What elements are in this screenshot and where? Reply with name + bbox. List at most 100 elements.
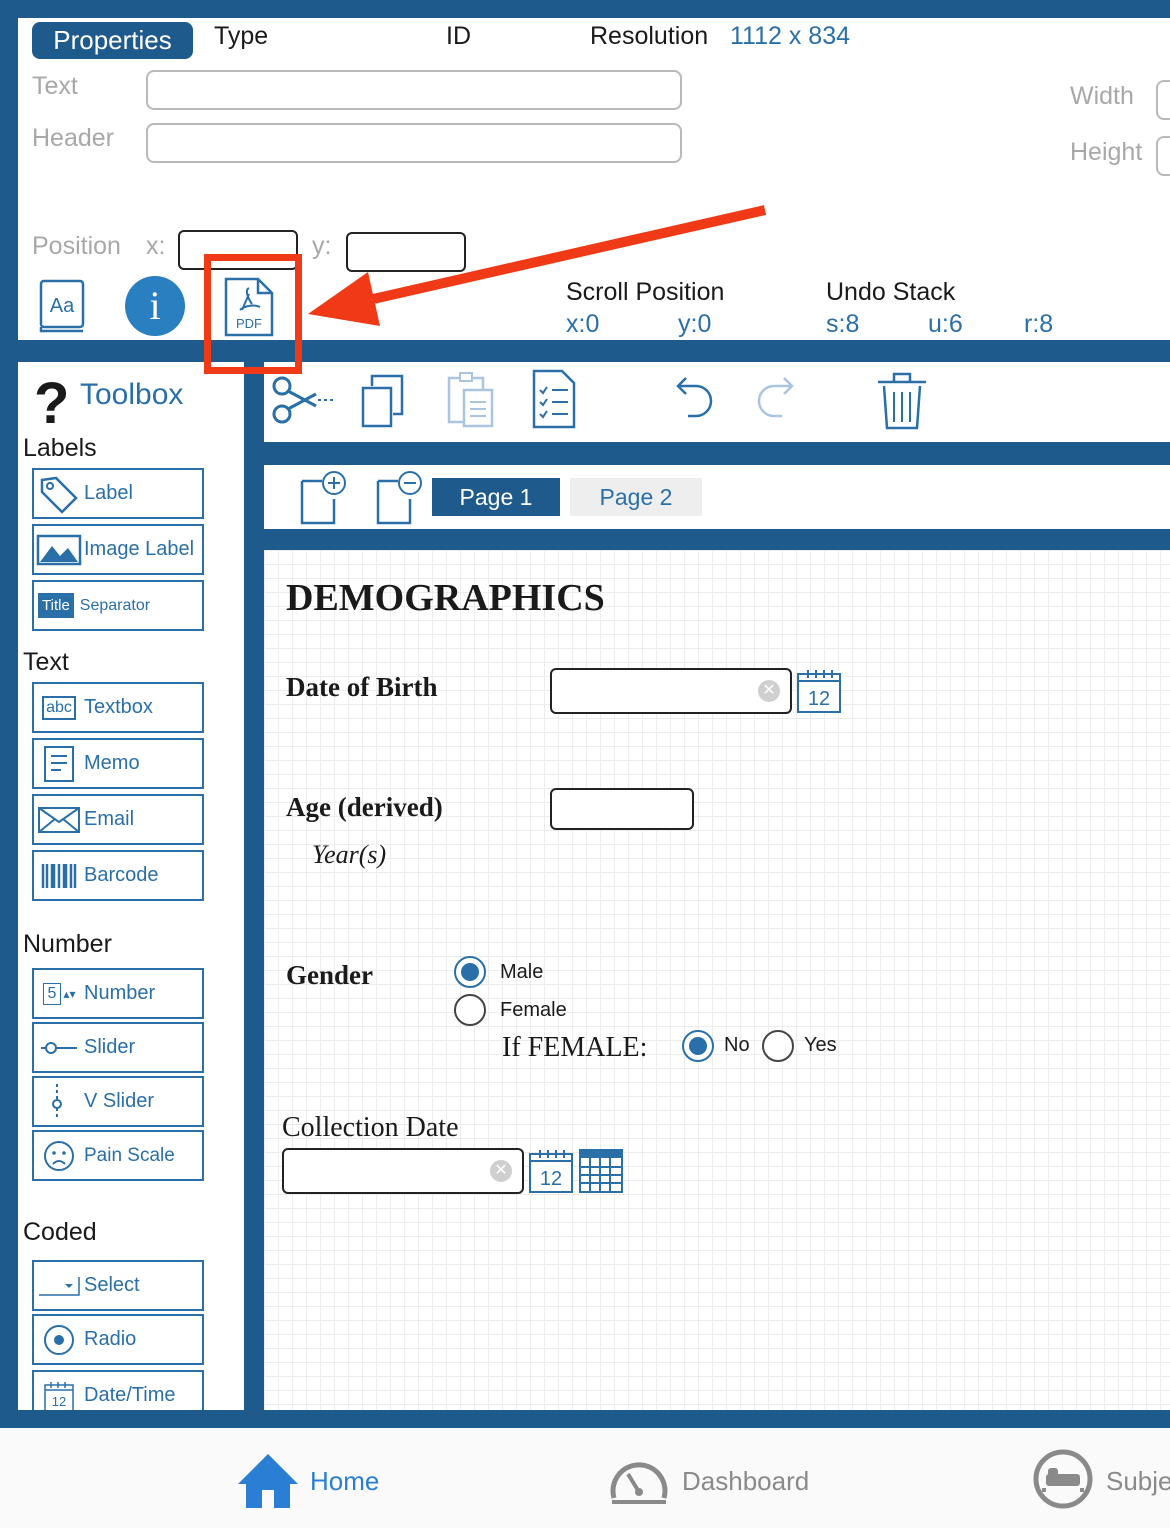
if-female-no-label[interactable]: No (724, 1034, 750, 1057)
gender-male-radio[interactable] (454, 956, 486, 988)
toolbox-item-image-label[interactable]: Image Label (32, 524, 204, 575)
header-label: Header (32, 124, 114, 152)
svg-text:12: 12 (540, 1168, 562, 1190)
collection-date-field[interactable]: ✕ (282, 1148, 524, 1194)
toolbox-item-slider[interactable]: Slider (32, 1022, 204, 1073)
tag-icon (34, 470, 84, 517)
dashboard-gauge-icon[interactable] (608, 1452, 670, 1511)
bottom-tab-bar: Home Dashboard Subje (0, 1428, 1170, 1528)
age-field[interactable] (550, 788, 694, 830)
toolbox-item-radio[interactable]: Radio (32, 1314, 204, 1365)
annotation-arrow-icon (308, 205, 767, 326)
dob-label[interactable]: Date of Birth (286, 672, 437, 703)
toolbox-item-v-slider-text: V Slider (84, 1090, 155, 1112)
tab-dashboard[interactable]: Dashboard (682, 1466, 809, 1497)
toolbox-item-pain-scale[interactable]: Pain Scale (32, 1130, 204, 1181)
collection-calendar-icon[interactable]: 12 (528, 1148, 574, 1199)
memo-icon (34, 740, 84, 787)
age-label[interactable]: Age (derived) (286, 792, 443, 823)
toolbox-item-barcode[interactable]: Barcode (32, 850, 204, 901)
tab-page-1[interactable]: Page 1 (432, 478, 560, 516)
trash-icon[interactable] (874, 368, 930, 437)
toolbox-item-email-text: Email (84, 808, 135, 830)
toolbox-item-number-text: Number (84, 982, 156, 1004)
svg-text:12: 12 (808, 688, 830, 710)
section-labels: Labels (23, 434, 97, 462)
tab-subjects[interactable]: Subje (1106, 1466, 1170, 1497)
barcode-icon (34, 852, 84, 899)
width-label: Width (1070, 82, 1134, 110)
toolbox-panel: ? Toolbox Labels Label Image Label Title… (18, 362, 244, 1410)
toolbox-item-label-text: Label (84, 482, 133, 504)
number-stepper-icon: 5 ▴▾ (34, 970, 84, 1017)
toolbox-item-email[interactable]: Email (32, 794, 204, 845)
add-page-icon[interactable] (298, 469, 350, 530)
font-icon[interactable]: Aa (38, 278, 88, 334)
toolbox-item-textbox-text: Textbox (84, 696, 153, 718)
clear-icon[interactable]: ✕ (758, 680, 780, 702)
undo-u-value: u:6 (928, 310, 963, 338)
toolbox-item-memo[interactable]: Memo (32, 738, 204, 789)
header-field[interactable] (146, 123, 682, 163)
svg-text:Aa: Aa (50, 295, 75, 317)
help-icon[interactable]: ? (34, 374, 69, 434)
collection-date-label[interactable]: Collection Date (282, 1112, 459, 1144)
position-x-label: x: (146, 232, 166, 260)
if-female-no-radio[interactable] (682, 1030, 714, 1062)
tab-home[interactable]: Home (310, 1466, 379, 1497)
dob-calendar-icon[interactable]: 12 (796, 668, 842, 719)
remove-page-icon[interactable] (374, 469, 426, 530)
width-field[interactable] (1156, 80, 1170, 120)
toolbox-item-datetime[interactable]: 12 Date/Time (32, 1370, 204, 1410)
calendar-icon: 12 (34, 1372, 84, 1410)
undo-stack-label: Undo Stack (826, 278, 956, 306)
height-field[interactable] (1156, 136, 1170, 176)
vertical-slider-icon (34, 1078, 84, 1125)
gender-female-radio[interactable] (454, 994, 486, 1026)
toolbox-item-slider-text: Slider (84, 1036, 136, 1058)
form-canvas[interactable]: DEMOGRAPHICS Date of Birth ✕ 12 Age (der… (264, 550, 1170, 1410)
redo-icon[interactable] (754, 372, 802, 429)
toolbox-item-memo-text: Memo (84, 752, 140, 774)
if-female-label[interactable]: If FEMALE: (502, 1032, 647, 1064)
properties-tab[interactable]: Properties (32, 22, 193, 59)
form-title[interactable]: DEMOGRAPHICS (286, 576, 605, 620)
checklist-icon[interactable] (530, 368, 578, 435)
toolbox-item-textbox[interactable]: abc Textbox (32, 682, 204, 733)
if-female-yes-label[interactable]: Yes (804, 1034, 837, 1057)
resolution-label: Resolution (590, 22, 709, 50)
paste-icon[interactable] (446, 370, 496, 435)
undo-icon[interactable] (668, 372, 716, 429)
info-icon[interactable]: i (125, 276, 185, 336)
toolbox-item-separator[interactable]: Title Separator (32, 580, 204, 631)
toolbox-item-v-slider[interactable]: V Slider (32, 1076, 204, 1127)
cut-icon[interactable] (270, 374, 336, 431)
text-field[interactable] (146, 70, 682, 110)
gender-female-label[interactable]: Female (500, 999, 567, 1022)
page-tab-bar: Page 1 Page 2 (264, 465, 1170, 529)
calendar-grid-icon[interactable] (578, 1148, 624, 1199)
toolbox-item-separator-text: Separator (79, 596, 151, 614)
subjects-bed-icon[interactable] (1032, 1448, 1094, 1515)
toolbox-title: Toolbox (80, 378, 184, 411)
age-unit-label[interactable]: Year(s) (312, 840, 386, 870)
if-female-yes-radio[interactable] (762, 1030, 794, 1062)
height-label: Height (1070, 138, 1143, 166)
clear-icon[interactable]: ✕ (490, 1160, 512, 1182)
edit-toolbar (264, 362, 1170, 442)
tab-page-2[interactable]: Page 2 (570, 478, 702, 516)
gender-label[interactable]: Gender (286, 960, 373, 991)
toolbox-item-number[interactable]: 5 ▴▾ Number (32, 968, 204, 1019)
section-coded: Coded (23, 1218, 97, 1246)
svg-text:12: 12 (52, 1394, 66, 1409)
dob-field[interactable]: ✕ (550, 668, 792, 714)
toolbox-item-select[interactable]: Select (32, 1260, 204, 1311)
home-icon[interactable] (236, 1450, 300, 1515)
copy-icon[interactable] (360, 372, 406, 435)
toolbox-item-label[interactable]: Label (32, 468, 204, 519)
text-label: Text (32, 72, 78, 100)
gender-male-label[interactable]: Male (500, 961, 543, 984)
toolbox-item-radio-text: Radio (84, 1328, 137, 1350)
undo-r-value: r:8 (1024, 310, 1054, 338)
undo-s-value: s:8 (826, 310, 860, 338)
